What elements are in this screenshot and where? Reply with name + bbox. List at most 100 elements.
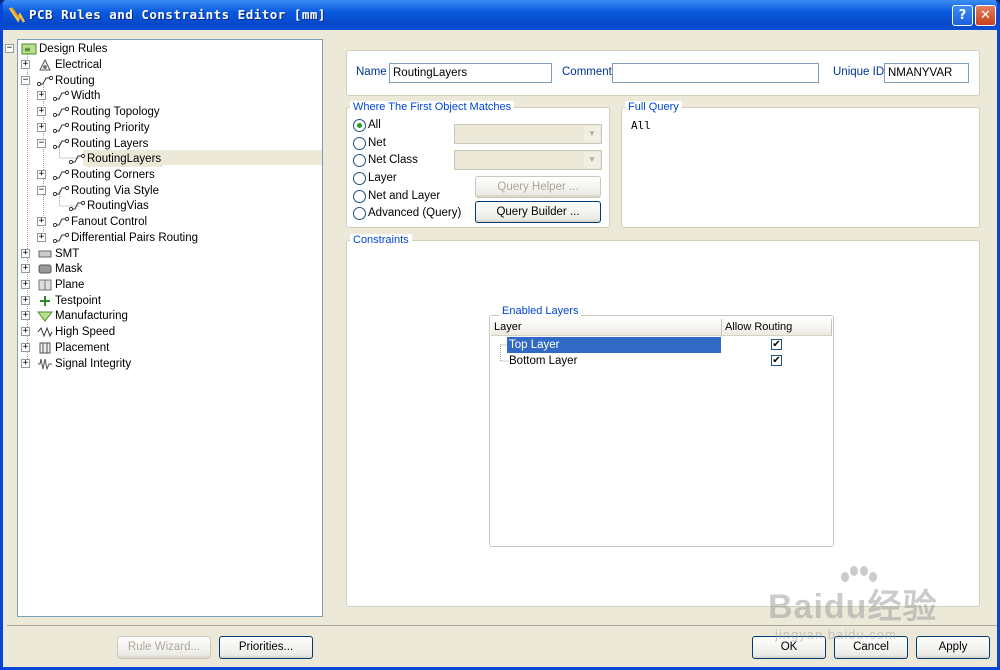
expand-icon[interactable]: + [21,60,30,69]
tree-item-label: Testpoint [55,295,102,307]
tree-item-label: High Speed [55,326,116,338]
rules-editor-window: PCB Rules and Constraints Editor [mm] ? … [0,0,1000,670]
high-speed-icon [37,326,53,338]
expand-icon[interactable]: + [37,123,46,132]
layer-name-top: Top Layer [509,339,560,351]
design-rules-icon: ≡ [21,43,37,55]
radio-layer[interactable] [353,172,366,185]
radio-all-label: All [368,119,381,131]
collapse-icon[interactable]: − [21,76,30,85]
chevron-down-icon: ▼ [584,152,600,168]
table-row[interactable]: Bottom Layer [507,353,721,369]
comment-field[interactable] [612,63,819,83]
expand-icon[interactable]: + [21,343,30,352]
expand-icon[interactable]: + [37,107,46,116]
rule-icon [53,90,69,102]
expand-icon[interactable]: + [37,233,46,242]
collapse-icon[interactable]: − [37,139,46,148]
chevron-down-icon: ▼ [584,126,600,142]
pcb-app-icon [9,7,25,23]
smt-icon [38,250,52,258]
name-label: Name [356,66,387,78]
close-button[interactable]: ✕ [975,5,996,26]
radio-net-class[interactable] [353,154,366,167]
allow-routing-top-checkbox[interactable]: ✔ [771,339,782,350]
tree-item-label: Mask [55,263,83,275]
collapse-icon[interactable]: − [37,186,46,195]
column-header-layer[interactable]: Layer [491,319,722,336]
net-combo[interactable]: ▼ [454,124,602,144]
tree-item-label: Routing Corners [71,169,155,181]
rule-icon [53,216,69,228]
radio-advanced-query[interactable] [353,207,366,220]
rule-icon [53,185,69,197]
query-builder-button[interactable]: Query Builder ... [475,201,601,223]
tree-item-label: Routing Priority [71,122,150,134]
manufacturing-icon [37,311,53,322]
tree-item-label: Differential Pairs Routing [71,232,198,244]
rule-icon [53,169,69,181]
tree-item-label: Design Rules [39,43,108,55]
expand-icon[interactable]: + [21,249,30,258]
testpoint-icon [40,296,50,306]
expand-icon[interactable]: + [21,296,30,305]
mask-icon [38,264,52,274]
full-query-group [621,107,980,228]
tree-item-label: SMT [55,248,80,260]
expand-icon[interactable]: + [21,359,30,368]
expand-icon[interactable]: + [37,170,46,179]
radio-all[interactable] [353,119,366,132]
tree-item-label: Electrical [55,59,102,71]
rule-wizard-button[interactable]: Rule Wizard... [117,636,211,659]
tree-item-label: Plane [55,279,85,291]
watermark-brand: Baidu经验 [768,588,938,626]
tree-item-label: Fanout Control [71,216,148,228]
column-header-allow-routing[interactable]: Allow Routing [722,319,832,336]
full-query-title: Full Query [625,101,682,113]
watermark-url: jingyan.baidu.com [775,627,897,642]
radio-net-and-layer[interactable] [353,190,366,203]
tree-item-label: RoutingLayers [85,151,164,167]
window-title: PCB Rules and Constraints Editor [mm] [29,7,326,22]
tree-item-label: Routing Via Style [71,185,160,197]
radio-net[interactable] [353,137,366,150]
expand-icon[interactable]: + [21,327,30,336]
expand-icon[interactable]: + [21,280,30,289]
name-field[interactable]: RoutingLayers [389,63,552,83]
unique-id-field[interactable]: NMANYVAR [884,63,969,83]
rule-icon [53,232,69,244]
rule-icon [53,122,69,134]
tree-item-label: Routing [55,75,95,87]
tree-item-label: Width [71,90,101,102]
radio-layer-label: Layer [368,172,397,184]
table-row[interactable]: Top Layer [507,337,721,353]
match-group-title: Where The First Object Matches [350,101,515,113]
expand-icon[interactable]: + [21,311,30,320]
allow-routing-bottom-checkbox[interactable]: ✔ [771,355,782,366]
priorities-button[interactable]: Priorities... [219,636,313,659]
tree-item-label: Routing Layers [71,138,149,150]
electrical-icon [39,59,51,71]
expand-icon[interactable]: + [37,91,46,100]
title-bar[interactable]: PCB Rules and Constraints Editor [mm] ? … [3,0,997,30]
radio-net-and-layer-label: Net and Layer [368,190,441,202]
tree-item-label: Placement [55,342,110,354]
net-class-combo[interactable]: ▼ [454,150,602,170]
rule-icon [69,153,85,165]
watermark: Baidu经验 jingyan.baidu.com [763,565,983,655]
collapse-icon[interactable]: − [5,44,14,53]
full-query-text[interactable]: All [631,119,651,132]
help-button[interactable]: ? [952,5,973,26]
plane-icon [38,279,52,291]
tree-item-label: Signal Integrity [55,358,132,370]
rule-icon [53,106,69,118]
rule-icon [69,200,85,212]
tree-item-label: Routing Topology [71,106,160,118]
expand-icon[interactable]: + [21,264,30,273]
comment-label: Comment [562,66,612,78]
query-helper-button[interactable]: Query Helper ... [475,176,601,198]
unique-id-label: Unique ID [833,66,885,78]
placement-icon [39,342,51,354]
expand-icon[interactable]: + [37,217,46,226]
tree-item-label: RoutingVias [87,200,149,212]
